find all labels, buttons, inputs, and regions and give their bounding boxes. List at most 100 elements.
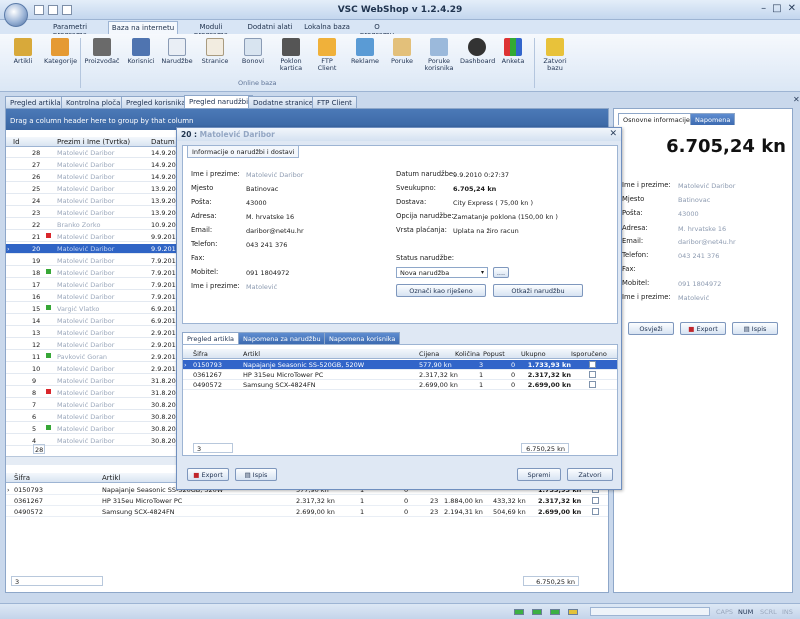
tab-pregled-artikla-dialog[interactable]: Pregled artikla bbox=[182, 332, 240, 344]
item-tax: 433,32 kn bbox=[493, 497, 526, 505]
refresh-button[interactable]: Osvježi bbox=[628, 322, 674, 335]
tab-pregled-narudzbi[interactable]: Pregled narudžbi bbox=[184, 95, 254, 109]
save-button[interactable]: Spremi bbox=[517, 468, 561, 481]
order-date: 2.9.201 bbox=[151, 353, 176, 361]
delivered-checkbox[interactable] bbox=[589, 381, 596, 388]
close-button[interactable]: Zatvori bbox=[567, 468, 613, 481]
ribbon-poklon-kartica-button[interactable]: Poklon kartica bbox=[274, 38, 308, 72]
ribbon-narudzbe-button[interactable]: Narudžbe bbox=[160, 38, 194, 65]
ribbon-poruke-korisnika-button[interactable]: Poruke korisnika bbox=[422, 38, 456, 72]
column-id[interactable]: Id bbox=[13, 138, 20, 146]
tab-moduli-programa[interactable]: Moduli programa bbox=[182, 21, 240, 39]
order-id: 17 bbox=[32, 281, 41, 289]
tab-baza-na-internetu[interactable]: Baza na internetu bbox=[108, 21, 178, 34]
ribbon-stranice-button[interactable]: Stranice bbox=[200, 38, 230, 65]
order-date: 7.9.201 bbox=[151, 293, 176, 301]
ribbon-poruke-button[interactable]: Poruke bbox=[389, 38, 415, 65]
mark-resolved-button[interactable]: Označi kao riješeno bbox=[396, 284, 486, 297]
print-button[interactable]: ▤ Ispis bbox=[732, 322, 778, 335]
item-name: Napajanje Seasonic SS-520GB, 520W bbox=[243, 361, 365, 369]
close-tab-icon[interactable]: ✕ bbox=[793, 95, 800, 104]
tab-o-programu[interactable]: O programu bbox=[356, 21, 398, 39]
order-customer: Matolević Daribor bbox=[57, 269, 115, 277]
field-value: M. hrvatske 16 bbox=[246, 213, 295, 221]
minimize-icon[interactable]: – bbox=[761, 3, 766, 14]
column-artikl[interactable]: Artikl bbox=[102, 474, 120, 482]
export-button[interactable]: ■ Export bbox=[680, 322, 726, 335]
tab-parametri-programa[interactable]: Parametri programa bbox=[36, 21, 104, 39]
column-sifra[interactable]: Šifra bbox=[193, 350, 208, 358]
ribbon-korisnici-button[interactable]: Korisnici bbox=[126, 38, 156, 65]
status-marker-icon bbox=[46, 389, 51, 394]
list-item[interactable]: 0361267 HP 315eu MicroTower PC 2.317,32 kn… bbox=[6, 496, 608, 506]
list-item[interactable]: 0490572 Samsung SCX-4824FN 2.699,00 kn 1 0 23… bbox=[6, 507, 608, 517]
tab-osnovne-informacije[interactable]: Osnovne informacije bbox=[618, 113, 695, 125]
cancel-order-button[interactable]: Otkaži narudžbu bbox=[493, 284, 583, 297]
status-browse-button[interactable]: .... bbox=[493, 267, 509, 278]
column-popust[interactable]: Popust bbox=[483, 350, 505, 358]
order-id: 25 bbox=[32, 185, 41, 193]
ribbon-kategorije-button[interactable]: Kategorije bbox=[44, 38, 77, 65]
column-cijena[interactable]: Cijena bbox=[419, 350, 439, 358]
tab-lokalna-baza[interactable]: Lokalna baza bbox=[300, 21, 354, 34]
window-controls: – □ ✕ bbox=[761, 3, 796, 14]
column-isporuceno[interactable]: Isporučeno bbox=[571, 350, 607, 358]
tab-napomena[interactable]: Napomena bbox=[690, 113, 736, 125]
ribbon-proizvodac-button[interactable]: Proizvođač bbox=[84, 38, 120, 65]
field-label: Mobitel: bbox=[191, 268, 219, 276]
ribbon-anketa-button[interactable]: Anketa bbox=[500, 38, 526, 65]
dialog-items-count: 3 bbox=[193, 443, 233, 453]
table-row[interactable]: › 0150793 Napajanje Seasonic SS-520GB, 520… bbox=[183, 360, 617, 370]
ribbon-dashboard-button[interactable]: Dashboard bbox=[460, 38, 495, 65]
tab-napomena-narudzba[interactable]: Napomena za narudžbu bbox=[238, 332, 326, 344]
item-tax: 504,69 kn bbox=[493, 508, 526, 516]
delivered-checkbox[interactable] bbox=[592, 497, 599, 504]
ribbon-reklame-button[interactable]: Reklame bbox=[350, 38, 380, 65]
order-date: 2.9.201 bbox=[151, 365, 176, 373]
table-row[interactable]: 0361267 HP 315eu MicroTower PC 2.317,32 kn… bbox=[183, 370, 617, 380]
tab-informacije[interactable]: Informacije o narudžbi i dostavi bbox=[187, 146, 300, 158]
manufacturer-icon bbox=[93, 38, 111, 56]
order-id: 27 bbox=[32, 161, 41, 169]
tab-napomena-korisnika[interactable]: Napomena korisnika bbox=[324, 332, 401, 344]
field-value: Zamatanje poklona (150,00 kn ) bbox=[453, 213, 558, 221]
delivered-checkbox[interactable] bbox=[589, 361, 596, 368]
column-ukupno[interactable]: Ukupno bbox=[521, 350, 546, 358]
field-value: Matolević Daribor bbox=[246, 171, 304, 179]
column-kolicina[interactable]: Količina bbox=[455, 350, 480, 358]
item-name: Samsung SCX-4824FN bbox=[243, 381, 316, 389]
column-sifra[interactable]: Šifra bbox=[14, 474, 30, 482]
status-select[interactable]: Nova narudžba ▾ bbox=[396, 267, 488, 278]
order-customer: Matolević Daribor bbox=[57, 329, 115, 337]
ribbon-separator bbox=[80, 38, 81, 88]
dialog-close-icon[interactable]: ✕ bbox=[609, 129, 617, 139]
ribbon-artikli-button[interactable]: Artikli bbox=[11, 38, 35, 65]
order-customer: Matolević Daribor bbox=[57, 185, 115, 193]
ribbon-zatvori-bazu-button[interactable]: Zatvori bazu bbox=[540, 38, 570, 72]
tab-dodatni-alati[interactable]: Dodatni alati bbox=[244, 21, 296, 34]
delivered-checkbox[interactable] bbox=[592, 508, 599, 515]
app-menu-button[interactable] bbox=[4, 3, 28, 27]
order-date: 7.9.201 bbox=[151, 257, 176, 265]
order-customer: Matolević Daribor bbox=[57, 293, 115, 301]
user-messages-icon bbox=[430, 38, 448, 56]
field-value: 43000 bbox=[246, 199, 267, 207]
item-qty: 3 bbox=[479, 361, 484, 369]
close-icon[interactable]: ✕ bbox=[788, 3, 796, 14]
order-id: 14 bbox=[32, 317, 41, 325]
dialog-export-button[interactable]: ■ Export bbox=[187, 468, 229, 481]
dialog-print-button[interactable]: ▤ Ispis bbox=[235, 468, 277, 481]
item-discount: 0 bbox=[511, 381, 516, 389]
maximize-icon[interactable]: □ bbox=[772, 3, 781, 14]
ribbon-ftp-client-button[interactable]: FTP Client bbox=[314, 38, 340, 72]
status-led-icon bbox=[532, 609, 542, 615]
ribbon-bonovi-button[interactable]: Bonovi bbox=[238, 38, 268, 65]
column-artikl[interactable]: Artikl bbox=[243, 350, 260, 358]
item-qty: 1 bbox=[360, 508, 365, 516]
delivered-checkbox[interactable] bbox=[589, 371, 596, 378]
column-name[interactable]: Prezim i Ime (Tvrtka) bbox=[57, 138, 130, 146]
table-row[interactable]: 0490572 Samsung SCX-4824FN 2.699,00 kn 1 0 2.… bbox=[183, 380, 617, 390]
field-value: 091 1804972 bbox=[678, 280, 722, 288]
field-value: City Express ( 75,00 kn ) bbox=[453, 199, 534, 207]
field-value: 43000 bbox=[678, 210, 699, 218]
